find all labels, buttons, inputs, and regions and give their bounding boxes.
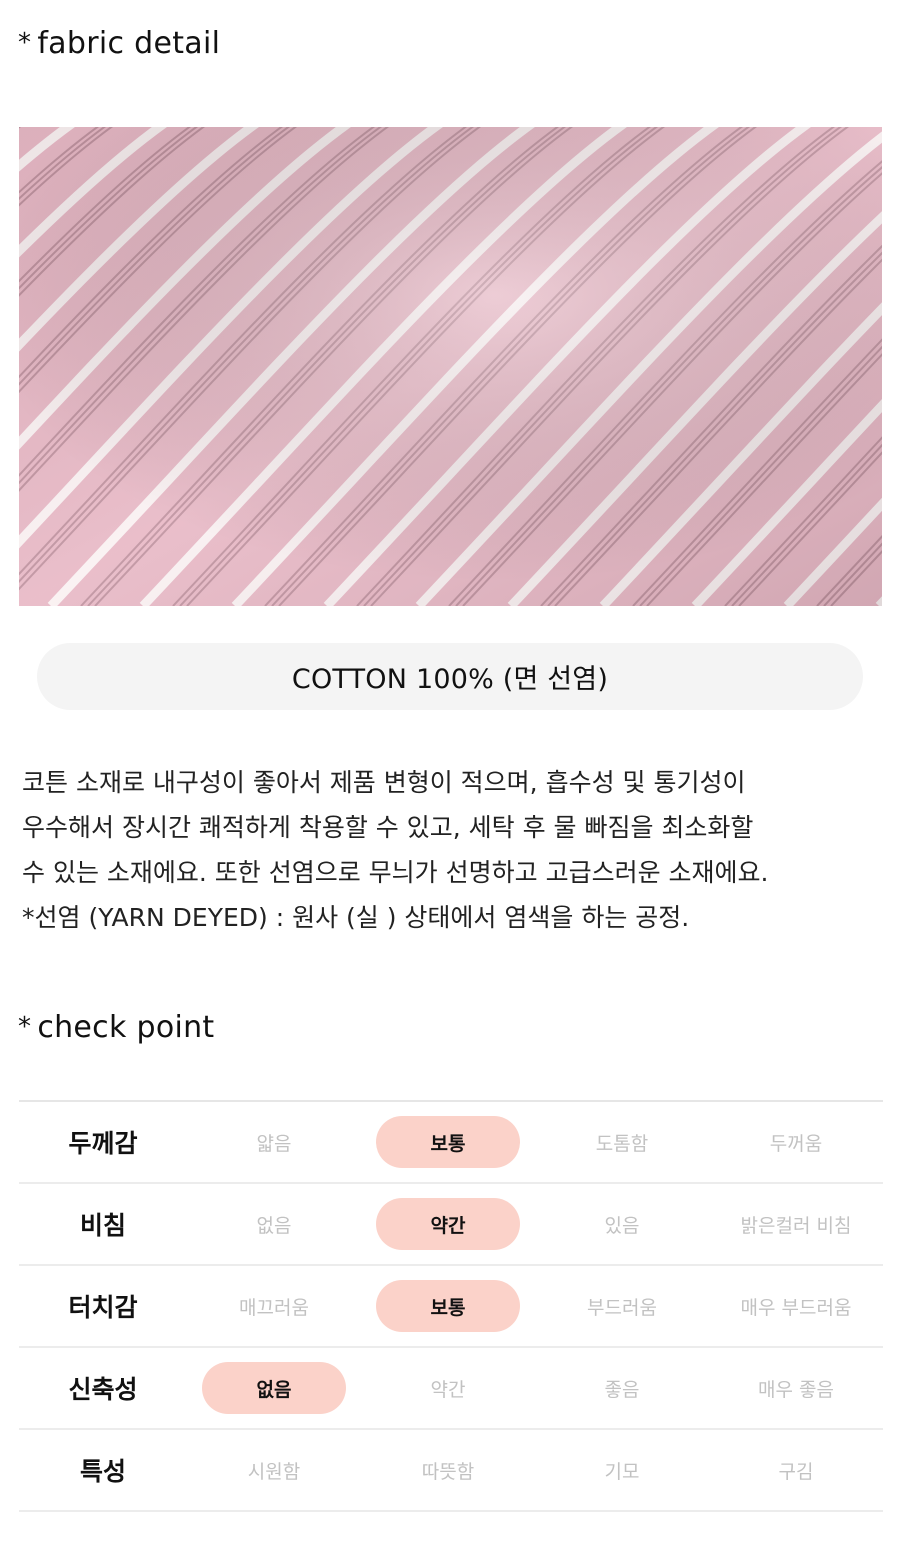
option: 없음 — [256, 1214, 292, 1237]
option: 밝은컬러 비침 — [740, 1214, 852, 1237]
option: 얇음 — [256, 1132, 292, 1155]
check-row-label: 터치감 — [68, 1293, 138, 1322]
description-line: 수 있는 소재에요. 또한 선염으로 무늬가 선명하고 고급스러운 소재에요. — [22, 858, 769, 887]
option: 매우 좋음 — [758, 1378, 834, 1401]
check-row-options: 매끄러움 보통 부드러움 매우 부드러움 — [187, 1280, 883, 1332]
fabric-photo — [19, 127, 882, 606]
heading-asterisk: * — [18, 1012, 32, 1042]
check-row-options: 없음 약간 좋음 매우 좋음 — [187, 1362, 883, 1414]
check-row-label: 비침 — [79, 1211, 126, 1240]
option: 매우 부드러움 — [740, 1296, 852, 1319]
option: 따뜻함 — [421, 1460, 475, 1483]
check-point-title: check point — [37, 1010, 215, 1045]
check-row-options: 시원함 따뜻함 기모 구김 — [187, 1444, 883, 1496]
check-point-heading: * check point — [18, 1010, 215, 1045]
material-badge: COTTON 100% (면 선염) — [37, 643, 863, 710]
option: 매끄러움 — [239, 1296, 309, 1319]
option: 도톰함 — [595, 1132, 649, 1155]
option: 있음 — [604, 1214, 640, 1237]
check-row: 특성 시원함 따뜻함 기모 구김 — [19, 1430, 883, 1512]
check-row-options: 없음 약간 있음 밝은컬러 비침 — [187, 1198, 883, 1250]
option: 약간 — [430, 1378, 466, 1401]
description-line: 우수해서 장시간 쾌적하게 착용할 수 있고, 세탁 후 물 빠짐을 최소화할 — [22, 813, 754, 842]
check-row: 두께감 얇음 보통 도톰함 두꺼움 — [19, 1102, 883, 1184]
option: 두꺼움 — [769, 1132, 823, 1155]
check-row-label: 특성 — [79, 1457, 126, 1486]
description-line: 코튼 소재로 내구성이 좋아서 제품 변형이 적으며, 흡수성 및 통기성이 — [22, 768, 746, 797]
check-row-label: 신축성 — [68, 1375, 138, 1404]
check-point-table: 두께감 얇음 보통 도톰함 두꺼움 비침 없음 약간 있음 밝은컬러 비침 터치감 매끄러움 보통 부드러… — [19, 1100, 883, 1512]
check-row-options: 얇음 보통 도톰함 두꺼움 — [187, 1116, 883, 1168]
check-row: 신축성 없음 약간 좋음 매우 좋음 — [19, 1348, 883, 1430]
check-row: 비침 없음 약간 있음 밝은컬러 비침 — [19, 1184, 883, 1266]
fabric-detail-heading: * fabric detail — [18, 26, 220, 61]
selected-option: 보통 — [376, 1280, 520, 1332]
option: 기모 — [604, 1460, 640, 1483]
option: 좋음 — [604, 1378, 640, 1401]
selected-option: 보통 — [376, 1116, 520, 1168]
fabric-detail-title: fabric detail — [37, 26, 221, 61]
option: 시원함 — [247, 1460, 301, 1483]
description-line: *선염 (YARN DEYED) : 원사 (실 ) 상태에서 염색을 하는 공… — [22, 903, 690, 932]
check-row-label: 두께감 — [68, 1129, 138, 1158]
option: 부드러움 — [587, 1296, 657, 1319]
check-row: 터치감 매끄러움 보통 부드러움 매우 부드러움 — [19, 1266, 883, 1348]
selected-option: 약간 — [376, 1198, 520, 1250]
fabric-description: 코튼 소재로 내구성이 좋아서 제품 변형이 적으며, 흡수성 및 통기성이 우… — [22, 760, 892, 940]
selected-option: 없음 — [202, 1362, 346, 1414]
striped-fabric-image — [19, 127, 882, 606]
heading-asterisk: * — [18, 28, 32, 58]
option: 구김 — [778, 1460, 814, 1483]
